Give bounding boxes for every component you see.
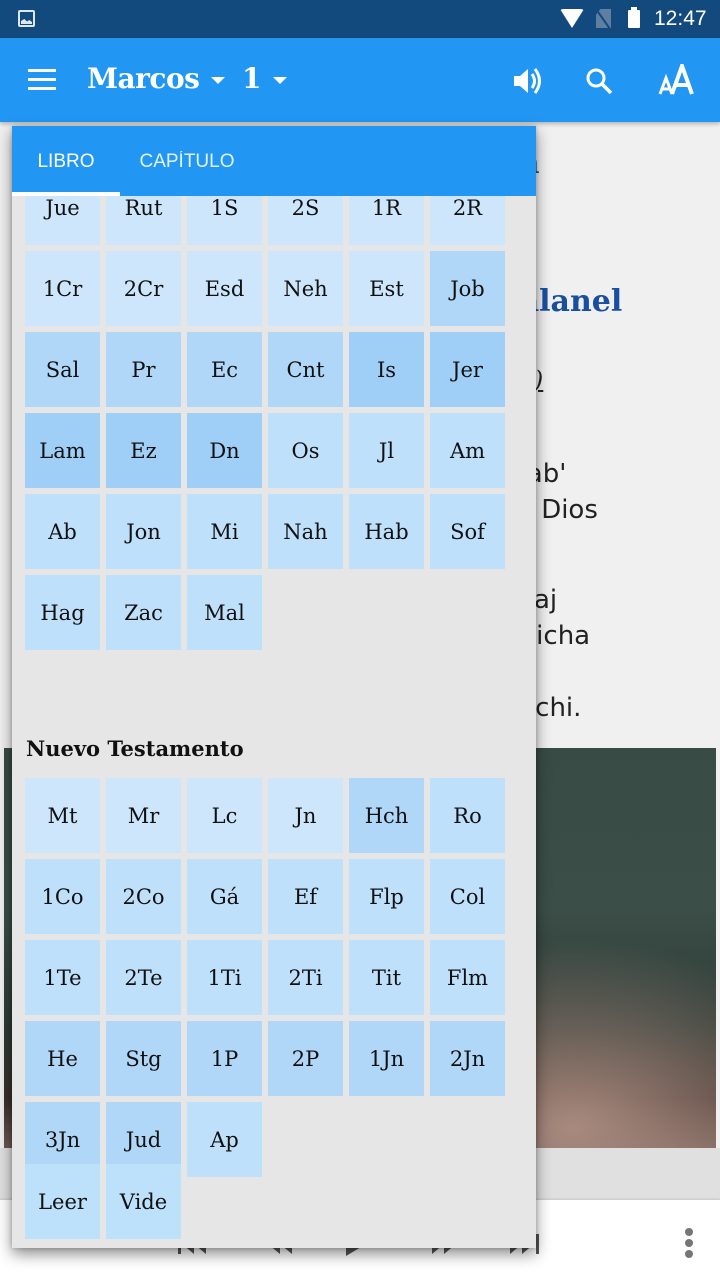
book-tile[interactable]: Jer — [430, 332, 505, 407]
book-tile[interactable]: 1Co — [25, 859, 100, 934]
book-list-scroll[interactable]: Jue Rut 1S 2S 1R 2R 1Cr 2Cr Esd Neh Est Job Sal Pr Ec C… — [12, 170, 536, 1248]
app-bar: Marcos 1 — [0, 38, 720, 122]
book-tile[interactable]: 1Jn — [349, 1021, 424, 1096]
book-tile[interactable]: Mal — [187, 575, 262, 650]
status-bar: 12:47 — [0, 0, 720, 38]
book-tile[interactable]: Nah — [268, 494, 343, 569]
extra-item-tile[interactable]: Vide — [106, 1164, 181, 1239]
chevron-down-icon — [273, 77, 288, 84]
text-size-icon[interactable] — [658, 64, 698, 96]
book-tile[interactable]: Flm — [430, 940, 505, 1015]
extra-items-grid: Leer Vide — [25, 1164, 181, 1239]
book-tile[interactable]: 2Cr — [106, 251, 181, 326]
book-tile[interactable]: Cnt — [268, 332, 343, 407]
book-tile[interactable]: 1P — [187, 1021, 262, 1096]
book-tile[interactable]: Is — [349, 332, 424, 407]
new-testament-title: Nuevo Testamento — [26, 736, 244, 761]
book-tile[interactable]: Sal — [25, 332, 100, 407]
active-tab-indicator — [12, 192, 120, 196]
book-tile[interactable]: 1Te — [25, 940, 100, 1015]
book-tile[interactable]: Ab — [25, 494, 100, 569]
new-testament-grid: Mt Mr Lc Jn Hch Ro 1Co 2Co Gá Ef Flp Col 1Te 2Te 1Ti 2T… — [25, 778, 505, 1177]
battery-icon — [628, 7, 640, 28]
book-tile[interactable]: Lc — [187, 778, 262, 853]
book-tile[interactable]: Sof — [430, 494, 505, 569]
book-tile[interactable]: Mi — [187, 494, 262, 569]
book-tile[interactable]: 2Te — [106, 940, 181, 1015]
book-tile[interactable]: Mr — [106, 778, 181, 853]
book-tile[interactable]: 1Ti — [187, 940, 262, 1015]
book-tile[interactable]: Jl — [349, 413, 424, 488]
book-tile[interactable]: Flp — [349, 859, 424, 934]
tab-capitulo[interactable]: CAPÍTULO — [120, 126, 254, 196]
book-tile[interactable]: 2Jn — [430, 1021, 505, 1096]
book-tile[interactable]: Stg — [106, 1021, 181, 1096]
book-tile[interactable]: Col — [430, 859, 505, 934]
search-icon[interactable] — [584, 66, 614, 96]
book-dropdown[interactable]: Marcos — [87, 62, 226, 95]
book-tile[interactable]: Ro — [430, 778, 505, 853]
book-tile[interactable]: 2P — [268, 1021, 343, 1096]
chapter-dropdown[interactable]: 1 — [242, 62, 288, 95]
image-notification-icon — [18, 10, 35, 27]
speaker-icon[interactable] — [512, 66, 546, 96]
extra-item-tile[interactable]: Leer — [25, 1164, 100, 1239]
book-tile[interactable]: Ez — [106, 413, 181, 488]
book-tile[interactable]: Neh — [268, 251, 343, 326]
book-tile[interactable]: Est — [349, 251, 424, 326]
no-sim-icon — [596, 9, 611, 28]
book-tile[interactable]: Hab — [349, 494, 424, 569]
book-tile[interactable]: Job — [430, 251, 505, 326]
book-tile[interactable]: 2Ti — [268, 940, 343, 1015]
book-tile[interactable]: Hag — [25, 575, 100, 650]
book-tile[interactable]: Ef — [268, 859, 343, 934]
old-testament-grid: Jue Rut 1S 2S 1R 2R 1Cr 2Cr Esd Neh Est Job Sal Pr Ec C… — [25, 170, 505, 650]
book-name: Marcos — [87, 62, 200, 95]
book-tile[interactable]: Esd — [187, 251, 262, 326]
book-tile[interactable]: Os — [268, 413, 343, 488]
book-tile[interactable]: Lam — [25, 413, 100, 488]
book-tile[interactable]: Am — [430, 413, 505, 488]
book-tile[interactable]: Tit — [349, 940, 424, 1015]
selector-tabs: LIBRO CAPÍTULO — [12, 126, 536, 196]
book-tile[interactable]: He — [25, 1021, 100, 1096]
book-tile[interactable]: Pr — [106, 332, 181, 407]
chevron-down-icon — [211, 77, 226, 84]
book-tile[interactable]: Jn — [268, 778, 343, 853]
chapter-number: 1 — [242, 62, 262, 95]
book-tile[interactable]: 1Cr — [25, 251, 100, 326]
book-tile[interactable]: Zac — [106, 575, 181, 650]
book-tile[interactable]: Ap — [187, 1102, 262, 1177]
wifi-icon — [560, 9, 584, 28]
hamburger-menu-icon[interactable] — [28, 69, 56, 91]
tab-libro[interactable]: LIBRO — [12, 126, 120, 196]
more-vertical-icon[interactable] — [684, 1228, 694, 1258]
status-time: 12:47 — [654, 7, 707, 30]
book-tile[interactable]: Mt — [25, 778, 100, 853]
book-tile[interactable]: Gá — [187, 859, 262, 934]
book-tile[interactable]: Jon — [106, 494, 181, 569]
book-tile[interactable]: Dn — [187, 413, 262, 488]
book-tile[interactable]: Hch — [349, 778, 424, 853]
book-tile[interactable]: 2Co — [106, 859, 181, 934]
book-tile[interactable]: Ec — [187, 332, 262, 407]
book-selector-popup: LIBRO CAPÍTULO Jue Rut 1S 2S 1R 2R 1Cr 2Cr Esd Ne… — [12, 126, 536, 1248]
